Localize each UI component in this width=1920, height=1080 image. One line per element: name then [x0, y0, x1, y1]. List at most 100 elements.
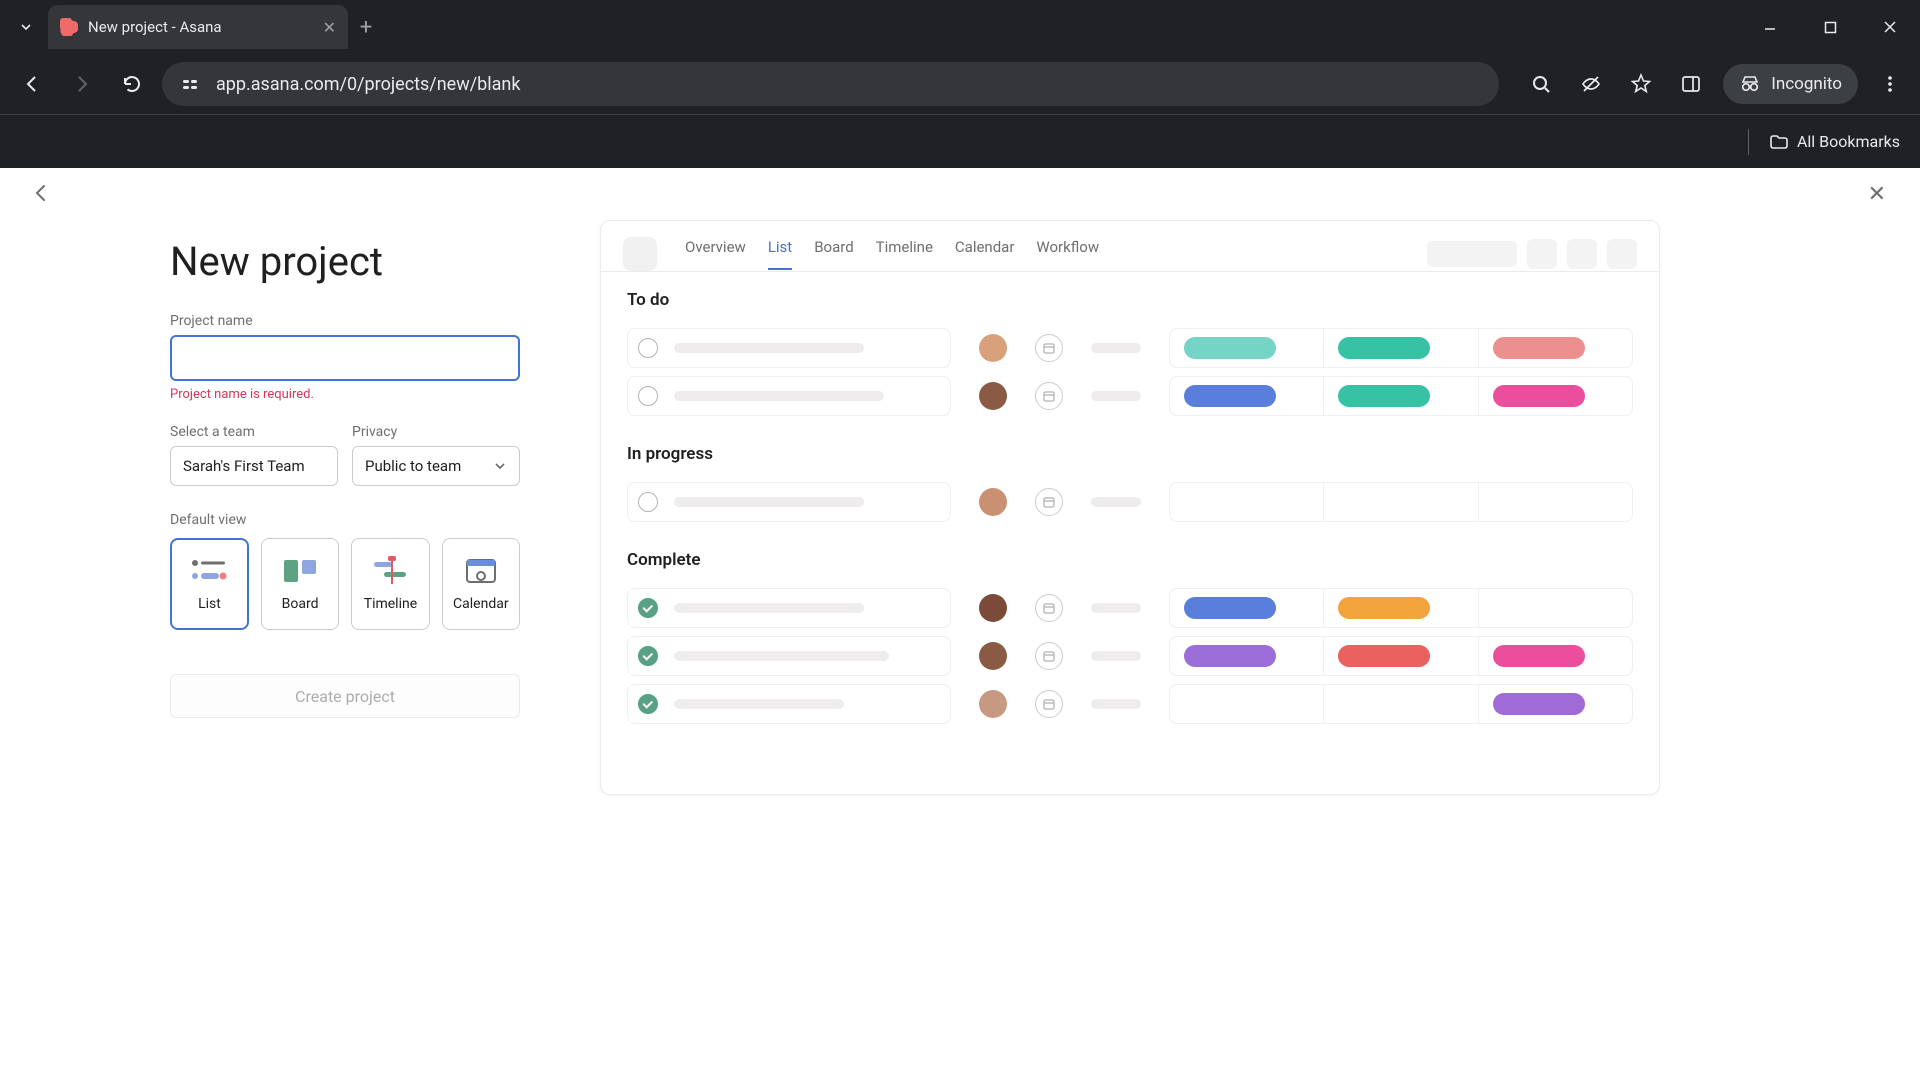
- team-label: Select a team: [170, 424, 338, 440]
- minimize-button[interactable]: [1740, 0, 1800, 54]
- browser-tab[interactable]: New project - Asana ✕: [48, 5, 348, 49]
- address-bar: app.asana.com/0/projects/new/blank Incog…: [0, 54, 1920, 114]
- team-value: Sarah's First Team: [183, 457, 305, 475]
- view-option-timeline[interactable]: Timeline: [351, 538, 429, 630]
- task-name-skeleton: [674, 343, 864, 353]
- page: ✕ New project Project name Project name …: [0, 168, 1920, 1080]
- folder-icon: [1769, 132, 1789, 152]
- tag-pill: [1184, 645, 1276, 667]
- task-row: [627, 372, 1633, 420]
- timeline-view-icon: [370, 556, 410, 586]
- preview-tab-timeline[interactable]: Timeline: [876, 238, 933, 270]
- incognito-label: Incognito: [1771, 74, 1842, 94]
- preview-tab-list[interactable]: List: [768, 238, 792, 270]
- tag-pill: [1338, 337, 1430, 359]
- ghost-icon: [1607, 239, 1637, 269]
- preview-tab-board[interactable]: Board: [814, 238, 853, 270]
- preview-tab-workflow[interactable]: Workflow: [1036, 238, 1099, 270]
- close-window-button[interactable]: [1860, 0, 1920, 54]
- calendar-icon: [1035, 594, 1063, 622]
- task-name-skeleton: [674, 699, 844, 709]
- close-tab-icon[interactable]: ✕: [323, 18, 336, 37]
- bookmark-star-icon[interactable]: [1623, 66, 1659, 102]
- maximize-button[interactable]: [1800, 0, 1860, 54]
- date-skeleton: [1091, 343, 1141, 353]
- tag-pill: [1184, 385, 1276, 407]
- calendar-icon: [1035, 642, 1063, 670]
- preview-tab-overview[interactable]: Overview: [685, 238, 746, 270]
- preview-tabs: Overview List Board Timeline Calendar Wo…: [685, 238, 1099, 270]
- toolbar-right: Incognito: [1523, 64, 1908, 104]
- omnibox[interactable]: app.asana.com/0/projects/new/blank: [162, 62, 1499, 106]
- project-name-error: Project name is required.: [170, 387, 520, 402]
- section-inprogress: In progress: [601, 426, 1659, 532]
- tag-pill: [1338, 645, 1430, 667]
- calendar-icon: [1035, 690, 1063, 718]
- view-label: Calendar: [453, 596, 509, 612]
- tab-search-button[interactable]: [8, 9, 44, 45]
- search-icon[interactable]: [1523, 66, 1559, 102]
- task-row: [627, 632, 1633, 680]
- incognito-badge[interactable]: Incognito: [1723, 64, 1858, 104]
- browser-chrome: New project - Asana ✕ + app.asana.com/0/…: [0, 0, 1920, 168]
- site-settings-icon[interactable]: [178, 72, 202, 96]
- bookmarks-bar: All Bookmarks: [0, 114, 1920, 168]
- avatar: [979, 690, 1007, 718]
- project-name-input[interactable]: [170, 335, 520, 381]
- section-heading: In progress: [627, 444, 1633, 464]
- reload-button[interactable]: [112, 64, 152, 104]
- tag-pill: [1493, 645, 1585, 667]
- all-bookmarks-label: All Bookmarks: [1797, 132, 1900, 151]
- board-view-icon: [280, 556, 320, 586]
- forward-button[interactable]: [62, 64, 102, 104]
- incognito-icon: [1739, 73, 1761, 95]
- team-select[interactable]: Sarah's First Team: [170, 446, 338, 486]
- avatar: [979, 642, 1007, 670]
- create-project-button[interactable]: Create project: [170, 674, 520, 718]
- privacy-select[interactable]: Public to team: [352, 446, 520, 486]
- side-panel-icon[interactable]: [1673, 66, 1709, 102]
- tag-pill: [1338, 385, 1430, 407]
- date-skeleton: [1091, 391, 1141, 401]
- avatar: [979, 334, 1007, 362]
- task-name-skeleton: [674, 651, 889, 661]
- section-heading: To do: [627, 290, 1633, 310]
- avatar: [979, 594, 1007, 622]
- date-skeleton: [1091, 497, 1141, 507]
- default-view-label: Default view: [170, 512, 520, 528]
- check-done-icon: [638, 598, 658, 618]
- eye-off-icon[interactable]: [1573, 66, 1609, 102]
- view-option-list[interactable]: List: [170, 538, 249, 630]
- list-view-icon: [189, 556, 229, 586]
- tag-pill: [1184, 597, 1276, 619]
- kebab-menu-icon[interactable]: [1872, 66, 1908, 102]
- section-todo: To do: [601, 272, 1659, 426]
- calendar-icon: [1035, 488, 1063, 516]
- task-name-skeleton: [674, 391, 884, 401]
- avatar: [979, 382, 1007, 410]
- preview-tab-calendar[interactable]: Calendar: [955, 238, 1015, 270]
- new-tab-button[interactable]: +: [348, 15, 384, 40]
- create-project-label: Create project: [295, 687, 395, 706]
- window-controls: [1740, 0, 1920, 54]
- calendar-view-icon: [461, 556, 501, 586]
- tag-pill: [1184, 337, 1276, 359]
- ghost-icon: [1567, 239, 1597, 269]
- view-option-board[interactable]: Board: [261, 538, 339, 630]
- privacy-value: Public to team: [365, 457, 461, 475]
- project-color-swatch: [623, 237, 657, 271]
- task-row: [627, 680, 1633, 728]
- section-heading: Complete: [627, 550, 1633, 570]
- chevron-down-icon: [493, 459, 507, 473]
- form-column: New project Project name Project name is…: [40, 220, 520, 795]
- date-skeleton: [1091, 699, 1141, 709]
- all-bookmarks-button[interactable]: All Bookmarks: [1769, 132, 1900, 152]
- tag-pill: [1493, 693, 1585, 715]
- page-back-button[interactable]: [30, 182, 52, 204]
- task-row: [627, 478, 1633, 526]
- back-button[interactable]: [12, 64, 52, 104]
- calendar-icon: [1035, 334, 1063, 362]
- view-option-calendar[interactable]: Calendar: [442, 538, 520, 630]
- page-close-button[interactable]: ✕: [1868, 182, 1886, 207]
- view-label: Board: [282, 596, 319, 612]
